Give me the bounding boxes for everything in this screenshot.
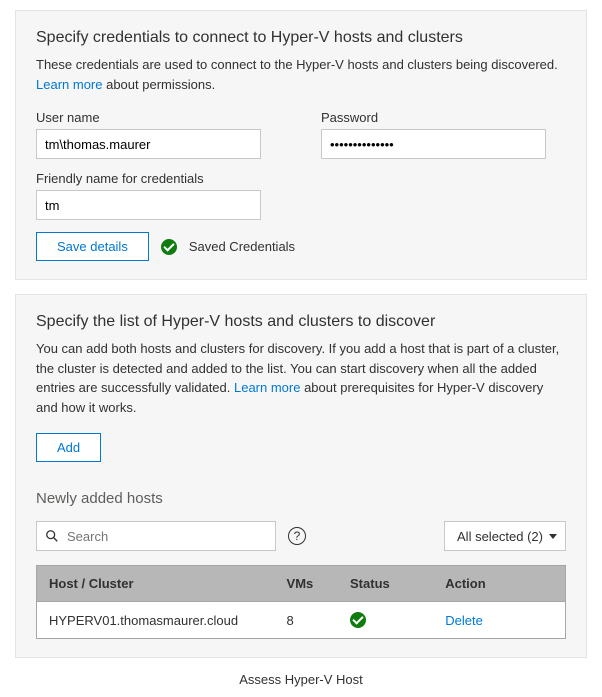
learn-more-link[interactable]: Learn more [234,380,300,395]
table-row: HYPERV01.thomasmaurer.cloud 8 Delete [37,602,566,639]
username-input[interactable] [36,129,261,159]
password-label: Password [321,110,566,125]
password-input[interactable] [321,129,546,159]
add-host-button[interactable]: Add [36,433,101,462]
search-box[interactable] [36,521,276,551]
credentials-title: Specify credentials to connect to Hyper-… [36,29,566,47]
save-details-button[interactable]: Save details [36,232,149,261]
username-label: User name [36,110,281,125]
col-vms-header: VMs [275,566,338,602]
cell-status [338,602,433,639]
credentials-description: These credentials are used to connect to… [36,55,566,94]
friendly-name-input[interactable] [36,190,261,220]
col-status-header: Status [338,566,433,602]
hosts-panel: Specify the list of Hyper-V hosts and cl… [15,294,587,658]
friendly-name-label: Friendly name for credentials [36,171,566,186]
search-icon [37,529,67,543]
chevron-down-icon [549,534,557,539]
col-host-header: Host / Cluster [37,566,275,602]
saved-status-text: Saved Credentials [189,239,295,254]
hosts-description: You can add both hosts and clusters for … [36,339,566,417]
cell-action: Delete [433,602,565,639]
col-action-header: Action [433,566,565,602]
hosts-table: Host / Cluster VMs Status Action HYPERV0… [36,565,566,639]
cell-host: HYPERV01.thomasmaurer.cloud [37,602,275,639]
learn-more-link[interactable]: Learn more [36,77,102,92]
search-input[interactable] [67,522,275,550]
credentials-panel: Specify credentials to connect to Hyper-… [15,10,587,280]
check-icon [161,239,177,255]
help-icon[interactable]: ? [288,527,306,545]
table-header-row: Host / Cluster VMs Status Action [37,566,566,602]
check-icon [350,612,366,628]
filter-dropdown[interactable]: All selected (2) [444,521,566,551]
image-caption: Assess Hyper-V Host [15,672,587,687]
cell-vms: 8 [275,602,338,639]
hosts-title: Specify the list of Hyper-V hosts and cl… [36,313,566,331]
filter-label: All selected (2) [457,529,543,544]
newly-added-heading: Newly added hosts [36,490,566,507]
delete-link[interactable]: Delete [445,613,483,628]
